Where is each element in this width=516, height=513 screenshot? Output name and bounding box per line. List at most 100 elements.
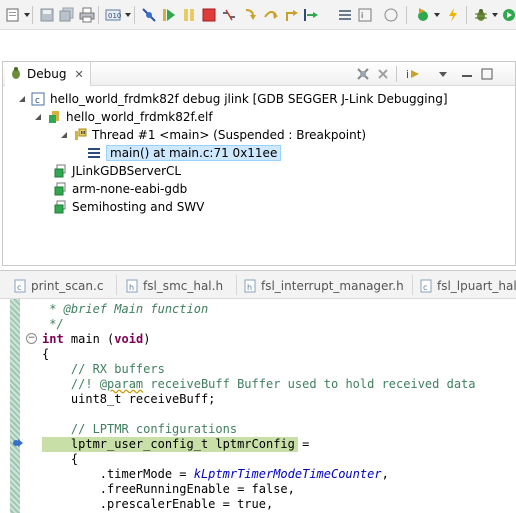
new-icon[interactable] [4,6,22,24]
code-line: */ [42,317,64,332]
code-line: { [42,452,78,467]
h-file-icon: h [244,279,256,293]
tree-item-process-semihosting[interactable]: Semihosting and SWV [53,198,204,216]
tree-item-stack-frame[interactable]: main() at main.c:71 0x11ee [87,144,282,162]
editor-tab-print-scan[interactable]: c print_scan.c [14,276,103,296]
process-icon [53,182,67,196]
code-comment: receiveBuff Buffer used to hold received… [143,377,476,391]
debug-target-icon [47,110,61,124]
code-line: .freeRunningEnable = false, [42,482,295,497]
expanded-arrow-icon[interactable] [17,94,27,104]
c-file-icon: c [14,279,26,293]
close-icon[interactable]: ✕ [74,68,83,81]
main-toolbar: 010 i [0,0,516,30]
save-icon[interactable] [38,6,56,24]
skip-breakpoints-icon[interactable] [140,6,158,24]
tree-item-label: JLinkGDBServerCL [72,164,182,178]
external-tools-icon[interactable] [444,6,462,24]
fold-collapse-icon[interactable]: − [26,333,37,344]
tab-debug[interactable]: Debug ✕ [5,62,91,86]
tree-item-label: hello_world_frdmk82f.elf [66,110,213,124]
code-comment: */ [42,317,64,331]
code-paren: ) [143,332,151,346]
tree-item-label: Thread #1 <main> (Suspended : Breakpoint… [92,128,367,142]
code-function-name: main [63,332,108,346]
restart-icon[interactable] [414,6,432,24]
tree-item-label: main() at main.c:71 0x11ee [106,145,282,161]
editor-tab-fsl-lpuart-hal[interactable]: c fsl_lpuart_hal.c [420,276,516,296]
disconnect-icon[interactable] [220,6,238,24]
tree-item-label: arm-none-eabi-gdb [72,182,188,196]
resume-icon[interactable] [160,6,178,24]
debug-view-header: Debug ✕ i [3,62,515,86]
remove-all-terminated-icon[interactable] [375,66,391,82]
terminate-icon[interactable] [200,6,218,24]
debug-build-dropdown-icon[interactable] [125,13,131,17]
toolbar-separator [466,6,467,24]
tree-item-thread[interactable]: Thread #1 <main> (Suspended : Breakpoint… [59,126,366,144]
suspend-icon[interactable] [180,6,198,24]
debug-build-icon[interactable]: 010 [104,6,122,24]
tab-separator [236,275,237,295]
use-step-filters-icon[interactable] [336,6,354,24]
svg-text:010: 010 [108,12,121,20]
restart-dropdown-icon[interactable] [434,13,440,17]
current-instruction-icon [10,436,24,450]
code-comment: // RX buffers [42,362,165,376]
code-comment: //! @ [42,377,108,391]
code-line: { [42,347,49,362]
code-text: lptmr_user_config_t lptmrConfig = [42,437,310,451]
remove-terminated-icon[interactable] [355,66,371,82]
tree-item-process-jlink[interactable]: JLinkGDBServerCL [53,162,181,180]
code-text: { [42,452,79,466]
debug-bug-icon [9,66,23,83]
tab-separator [116,275,117,295]
code-line: uint8_t receiveBuff; [42,392,216,407]
maximize-icon[interactable] [479,66,495,82]
svg-text:c: c [35,96,40,106]
debug-dropdown-icon[interactable] [492,13,498,17]
expanded-arrow-icon[interactable] [33,112,43,122]
instruction-stepping-mode-icon[interactable]: i [405,66,421,82]
tree-item-launch[interactable]: c hello_world_frdmk82f debug jlink [GDB … [17,90,448,108]
change-overview-ruler [10,299,20,513]
expanded-arrow-icon[interactable] [59,130,69,140]
process-icon [53,164,67,178]
editor-tab-fsl-interrupt-manager[interactable]: h fsl_interrupt_manager.h [244,276,404,296]
editor-tab-label: fsl_smc_hal.h [143,279,224,293]
svg-text:i: i [361,11,363,20]
step-into-icon[interactable] [242,6,260,24]
editor-tab-fsl-smc-hal[interactable]: h fsl_smc_hal.h [126,276,223,296]
svg-text:h: h [247,283,252,292]
instruction-stepping-icon[interactable]: i [356,6,374,24]
code-editor: c print_scan.c h fsl_smc_hal.h h fsl_int… [0,270,516,513]
new-dropdown-icon[interactable] [24,13,30,17]
code-line: .prescalerEnable = true, [42,497,273,512]
editor-tab-label: print_scan.c [31,279,104,293]
print-icon[interactable] [78,6,96,24]
toolbar-more-icon[interactable] [382,6,400,24]
code-line: // LPTMR configurations [42,422,237,437]
code-comment: // LPTMR configurations [42,422,238,436]
tree-item-elf[interactable]: hello_world_frdmk82f.elf [33,108,213,126]
run-to-line-icon[interactable] [302,6,320,24]
debug-tab-label: Debug [27,67,67,81]
toolbar-separator [134,6,135,24]
step-over-icon[interactable] [262,6,280,24]
h-file-icon: h [126,279,138,293]
save-all-icon[interactable] [58,6,76,24]
editor-tab-label: fsl_lpuart_hal.c [437,279,516,293]
code-comment-tag: param [107,377,144,391]
code-text: , [381,467,389,481]
code-enum-constant: kLptmrTimerModeTimeCounter [193,467,382,481]
toolbar-separator [32,6,33,24]
run-icon[interactable] [500,6,516,24]
debug-icon[interactable] [472,6,490,24]
process-icon [53,200,67,214]
code-text: .prescalerEnable = true, [42,497,274,511]
minimize-icon[interactable] [459,66,475,82]
step-return-icon[interactable] [282,6,300,24]
tree-item-label: hello_world_frdmk82f debug jlink [GDB SE… [50,92,448,106]
tree-item-process-gdb[interactable]: arm-none-eabi-gdb [53,180,187,198]
view-menu-icon[interactable] [435,66,451,82]
